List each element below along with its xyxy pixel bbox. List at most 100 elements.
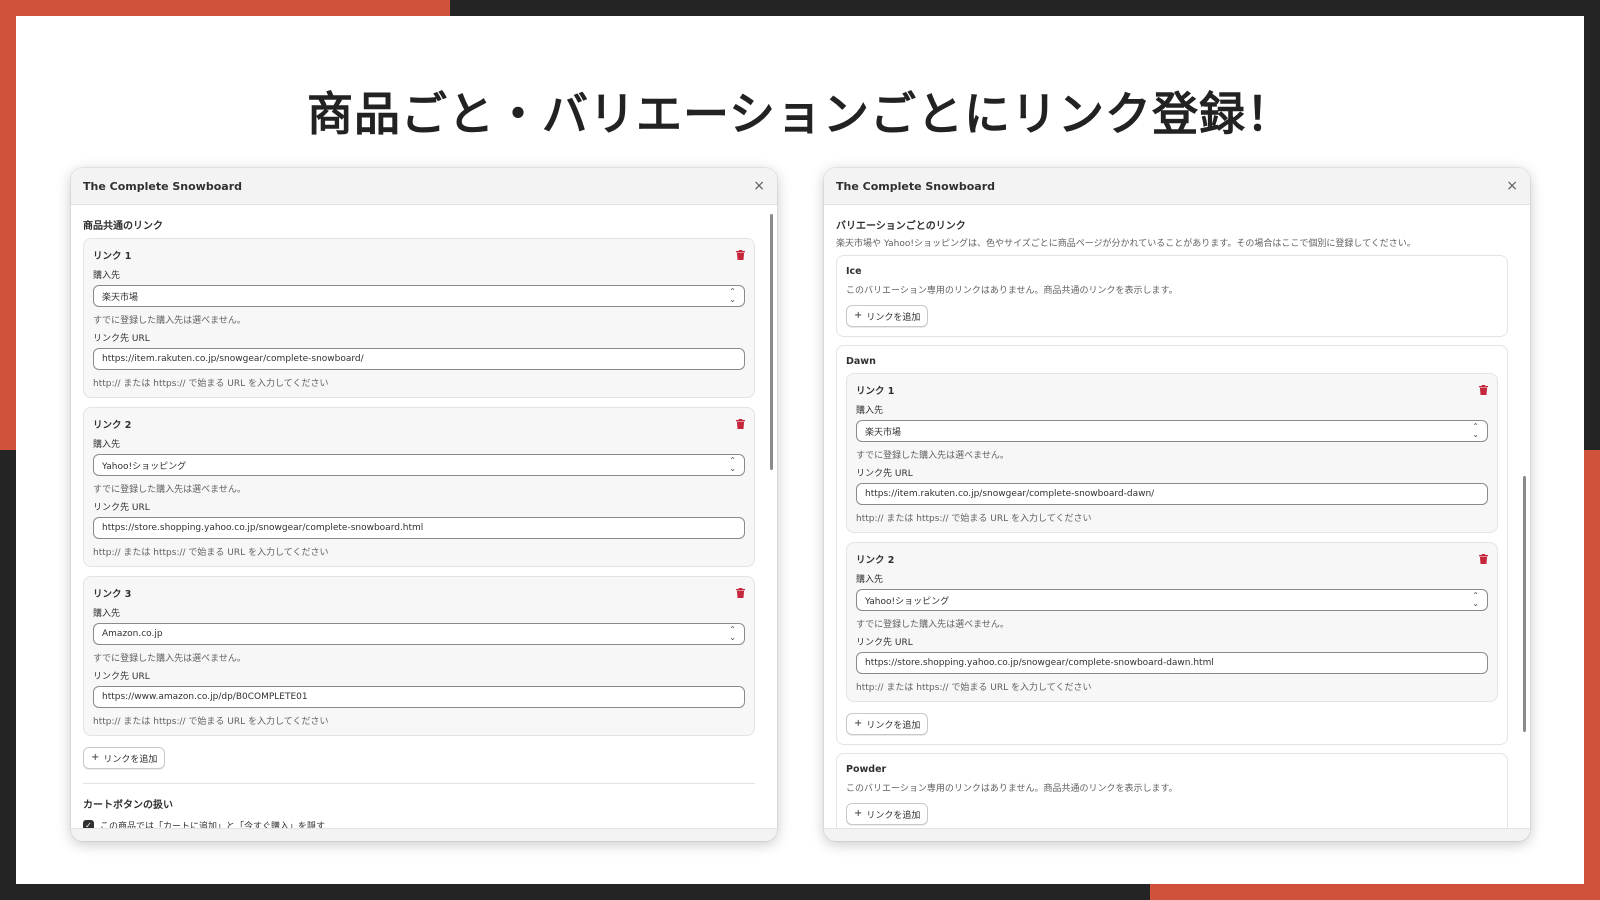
select-chevron-icon: ⌃ ⌄ xyxy=(1472,591,1479,608)
trash-icon[interactable] xyxy=(736,419,745,429)
variant-name: Dawn xyxy=(846,356,876,367)
vendor-help-text: すでに登録した購入先は選べません。 xyxy=(93,485,246,495)
link-card: リンク 2 購入先 Yahoo!ショッピング ⌃ ⌄ すでに登録した購入先は選べま… xyxy=(83,407,755,567)
add-link-button[interactable]: + リンクを追加 xyxy=(846,305,929,327)
plus-icon: + xyxy=(854,718,863,729)
plus-icon: + xyxy=(91,752,100,763)
divider xyxy=(83,783,755,784)
vendor-help-text: すでに登録した購入先は選べません。 xyxy=(856,620,1009,630)
vendor-select[interactable]: Yahoo!ショッピング ⌃ ⌄ xyxy=(93,454,745,476)
scrollbar-thumb[interactable] xyxy=(1523,476,1526,732)
link-card-title: リンク 1 xyxy=(93,251,132,262)
section-title-common-links: 商品共通のリンク xyxy=(83,221,163,232)
modal-title: The Complete Snowboard xyxy=(836,179,995,193)
url-label: リンク先 URL xyxy=(856,638,913,648)
modal-footer xyxy=(71,828,777,841)
variant-card-ice: Ice このバリエーション専用のリンクはありません。商品共通のリンクを表示します… xyxy=(836,255,1508,337)
vendor-select[interactable]: Amazon.co.jp ⌃ ⌄ xyxy=(93,623,745,645)
link-card: リンク 1 購入先 楽天市場 ⌃ ⌄ すでに登録した購入先は選べません。 リンク先… xyxy=(846,373,1498,533)
link-card: リンク 2 購入先 Yahoo!ショッピング ⌃ ⌄ すでに登録した購入先は選べま… xyxy=(846,542,1498,702)
select-chevron-icon: ⌃ ⌄ xyxy=(729,625,736,642)
variant-no-links-note: このバリエーション専用のリンクはありません。商品共通のリンクを表示します。 xyxy=(846,784,1178,794)
vendor-select-value: Yahoo!ショッピング xyxy=(865,596,950,607)
plus-icon: + xyxy=(854,310,863,321)
url-input[interactable]: https://item.rakuten.co.jp/snowgear/comp… xyxy=(93,348,745,370)
product-links-modal: The Complete Snowboard × 商品共通のリンク リンク 1 … xyxy=(71,168,777,841)
select-chevron-icon: ⌃ ⌄ xyxy=(1472,422,1479,439)
vendor-help-text: すでに登録した購入先は選べません。 xyxy=(93,316,246,326)
vendor-select[interactable]: 楽天市場 ⌃ ⌄ xyxy=(93,285,745,307)
plus-icon: + xyxy=(854,808,863,819)
add-link-button[interactable]: + リンクを追加 xyxy=(846,713,929,735)
modal-header: The Complete Snowboard × xyxy=(824,168,1530,205)
scrollbar-thumb[interactable] xyxy=(770,214,773,470)
modal-body: バリエーションごとのリンク 楽天市場や Yahoo!ショッピングは、色やサイズご… xyxy=(824,205,1520,829)
add-link-label: リンクを追加 xyxy=(866,720,921,731)
url-label: リンク先 URL xyxy=(856,469,913,479)
url-input[interactable]: https://store.shopping.yahoo.co.jp/snowg… xyxy=(856,652,1488,674)
url-input[interactable]: https://item.rakuten.co.jp/snowgear/comp… xyxy=(856,483,1488,505)
variant-links-modal: The Complete Snowboard × バリエーションごとのリンク 楽… xyxy=(824,168,1530,841)
url-label: リンク先 URL xyxy=(93,334,150,344)
url-label: リンク先 URL xyxy=(93,503,150,513)
vendor-label: 購入先 xyxy=(93,271,121,281)
trash-icon[interactable] xyxy=(736,588,745,598)
url-help-text: http:// または https:// で始まる URL を入力してください xyxy=(93,717,329,727)
url-help-text: http:// または https:// で始まる URL を入力してください xyxy=(93,548,329,558)
modal-footer xyxy=(824,828,1530,841)
variant-card-dawn: Dawn リンク 1 購入先 楽天市場 ⌃ ⌄ すでに登録した購入先は選べません。… xyxy=(836,345,1508,745)
vendor-label: 購入先 xyxy=(93,609,121,619)
link-card-title: リンク 2 xyxy=(93,420,132,431)
variant-name: Powder xyxy=(846,764,887,775)
link-card-title: リンク 2 xyxy=(856,555,895,566)
modal-header: The Complete Snowboard × xyxy=(71,168,777,205)
close-icon[interactable]: × xyxy=(753,179,765,193)
slide-title: 商品ごと・バリエーションごとにリンク登録！ xyxy=(306,87,1294,141)
scrollbar[interactable] xyxy=(1522,208,1528,825)
vendor-label: 購入先 xyxy=(93,440,121,450)
url-help-text: http:// または https:// で始まる URL を入力してください xyxy=(93,379,329,389)
url-input-value: https://item.rakuten.co.jp/snowgear/comp… xyxy=(865,489,1155,499)
url-input[interactable]: https://store.shopping.yahoo.co.jp/snowg… xyxy=(93,517,745,539)
trash-icon[interactable] xyxy=(1479,385,1488,395)
add-link-label: リンクを追加 xyxy=(103,754,158,765)
section-title-cart: カートボタンの扱い xyxy=(83,800,173,811)
variant-card-powder: Powder このバリエーション専用のリンクはありません。商品共通のリンクを表示… xyxy=(836,753,1508,829)
scrollbar[interactable] xyxy=(769,208,775,825)
modal-title: The Complete Snowboard xyxy=(83,179,242,193)
link-card: リンク 3 購入先 Amazon.co.jp ⌃ ⌄ すでに登録した購入先は選べま… xyxy=(83,576,755,736)
vendor-help-text: すでに登録した購入先は選べません。 xyxy=(93,654,246,664)
variant-name: Ice xyxy=(846,266,862,277)
link-card: リンク 1 購入先 楽天市場 ⌃ ⌄ すでに登録した購入先は選べません。 リンク先… xyxy=(83,238,755,398)
url-input-value: https://item.rakuten.co.jp/snowgear/comp… xyxy=(102,354,364,364)
url-label: リンク先 URL xyxy=(93,672,150,682)
modal-body: 商品共通のリンク リンク 1 購入先 楽天市場 ⌃ ⌄ すでに登録した購入先は選べ… xyxy=(71,205,767,829)
url-input[interactable]: https://www.amazon.co.jp/dp/B0COMPLETE01 xyxy=(93,686,745,708)
vendor-select-value: 楽天市場 xyxy=(102,292,139,303)
add-link-label: リンクを追加 xyxy=(866,312,921,323)
link-card-title: リンク 1 xyxy=(856,386,895,397)
add-link-button[interactable]: + リンクを追加 xyxy=(83,747,166,769)
vendor-select[interactable]: Yahoo!ショッピング ⌃ ⌄ xyxy=(856,589,1488,611)
vendor-select-value: Yahoo!ショッピング xyxy=(102,461,187,472)
link-card-title: リンク 3 xyxy=(93,589,132,600)
trash-icon[interactable] xyxy=(736,250,745,260)
url-help-text: http:// または https:// で始まる URL を入力してください xyxy=(856,514,1092,524)
vendor-help-text: すでに登録した購入先は選べません。 xyxy=(856,451,1009,461)
url-input-value: https://store.shopping.yahoo.co.jp/snowg… xyxy=(102,523,424,533)
select-chevron-icon: ⌃ ⌄ xyxy=(729,456,736,473)
trash-icon[interactable] xyxy=(1479,554,1488,564)
add-link-button[interactable]: + リンクを追加 xyxy=(846,803,929,825)
vendor-select-value: 楽天市場 xyxy=(865,427,902,438)
vendor-label: 購入先 xyxy=(856,575,884,585)
url-help-text: http:// または https:// で始まる URL を入力してください xyxy=(856,683,1092,693)
vendor-label: 購入先 xyxy=(856,406,884,416)
add-link-label: リンクを追加 xyxy=(866,810,921,821)
close-icon[interactable]: × xyxy=(1506,179,1518,193)
vendor-select-value: Amazon.co.jp xyxy=(102,629,163,639)
variant-no-links-note: このバリエーション専用のリンクはありません。商品共通のリンクを表示します。 xyxy=(846,286,1178,296)
url-input-value: https://www.amazon.co.jp/dp/B0COMPLETE01 xyxy=(102,692,308,702)
slide-canvas: 商品ごと・バリエーションごとにリンク登録！ The Complete Snowb… xyxy=(16,16,1584,884)
vendor-select[interactable]: 楽天市場 ⌃ ⌄ xyxy=(856,420,1488,442)
url-input-value: https://store.shopping.yahoo.co.jp/snowg… xyxy=(865,658,1214,668)
